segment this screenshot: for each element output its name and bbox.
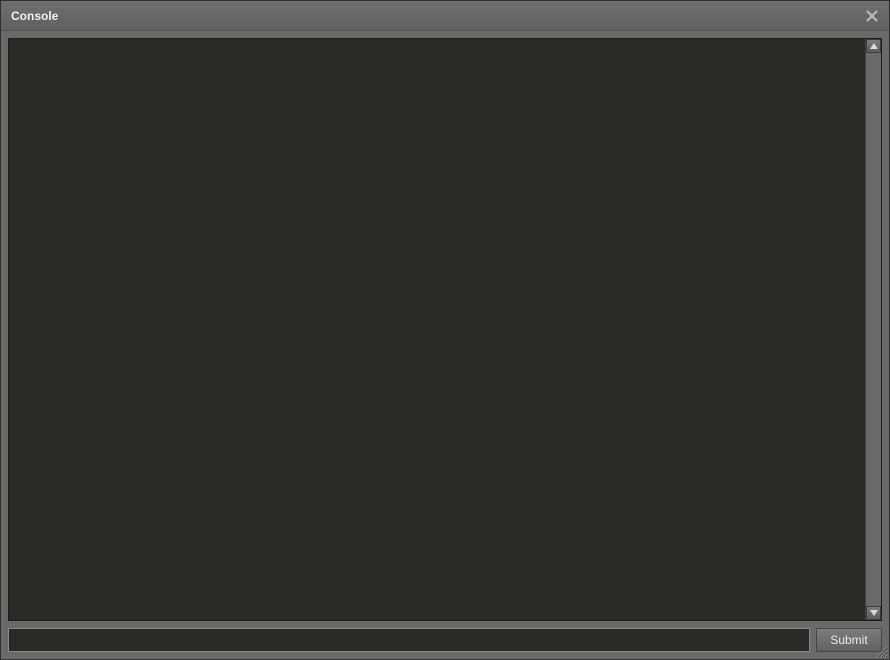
output-scrollbar[interactable] <box>865 39 881 620</box>
scroll-down-button[interactable] <box>866 606 881 620</box>
scroll-down-icon <box>870 610 878 616</box>
content-area: Submit <box>1 31 889 659</box>
scroll-up-button[interactable] <box>866 39 881 53</box>
close-button[interactable] <box>863 7 881 25</box>
resize-grip-icon <box>874 644 888 658</box>
submit-button[interactable]: Submit <box>816 628 882 652</box>
console-window: Console <box>0 0 890 660</box>
output-panel <box>8 38 882 621</box>
scroll-up-icon <box>870 43 878 49</box>
command-input[interactable] <box>8 628 810 652</box>
resize-grip[interactable] <box>874 644 888 658</box>
window-title: Console <box>11 9 58 23</box>
close-icon <box>866 10 878 22</box>
titlebar[interactable]: Console <box>1 1 889 31</box>
console-output[interactable] <box>9 39 865 620</box>
input-bar: Submit <box>8 628 882 652</box>
